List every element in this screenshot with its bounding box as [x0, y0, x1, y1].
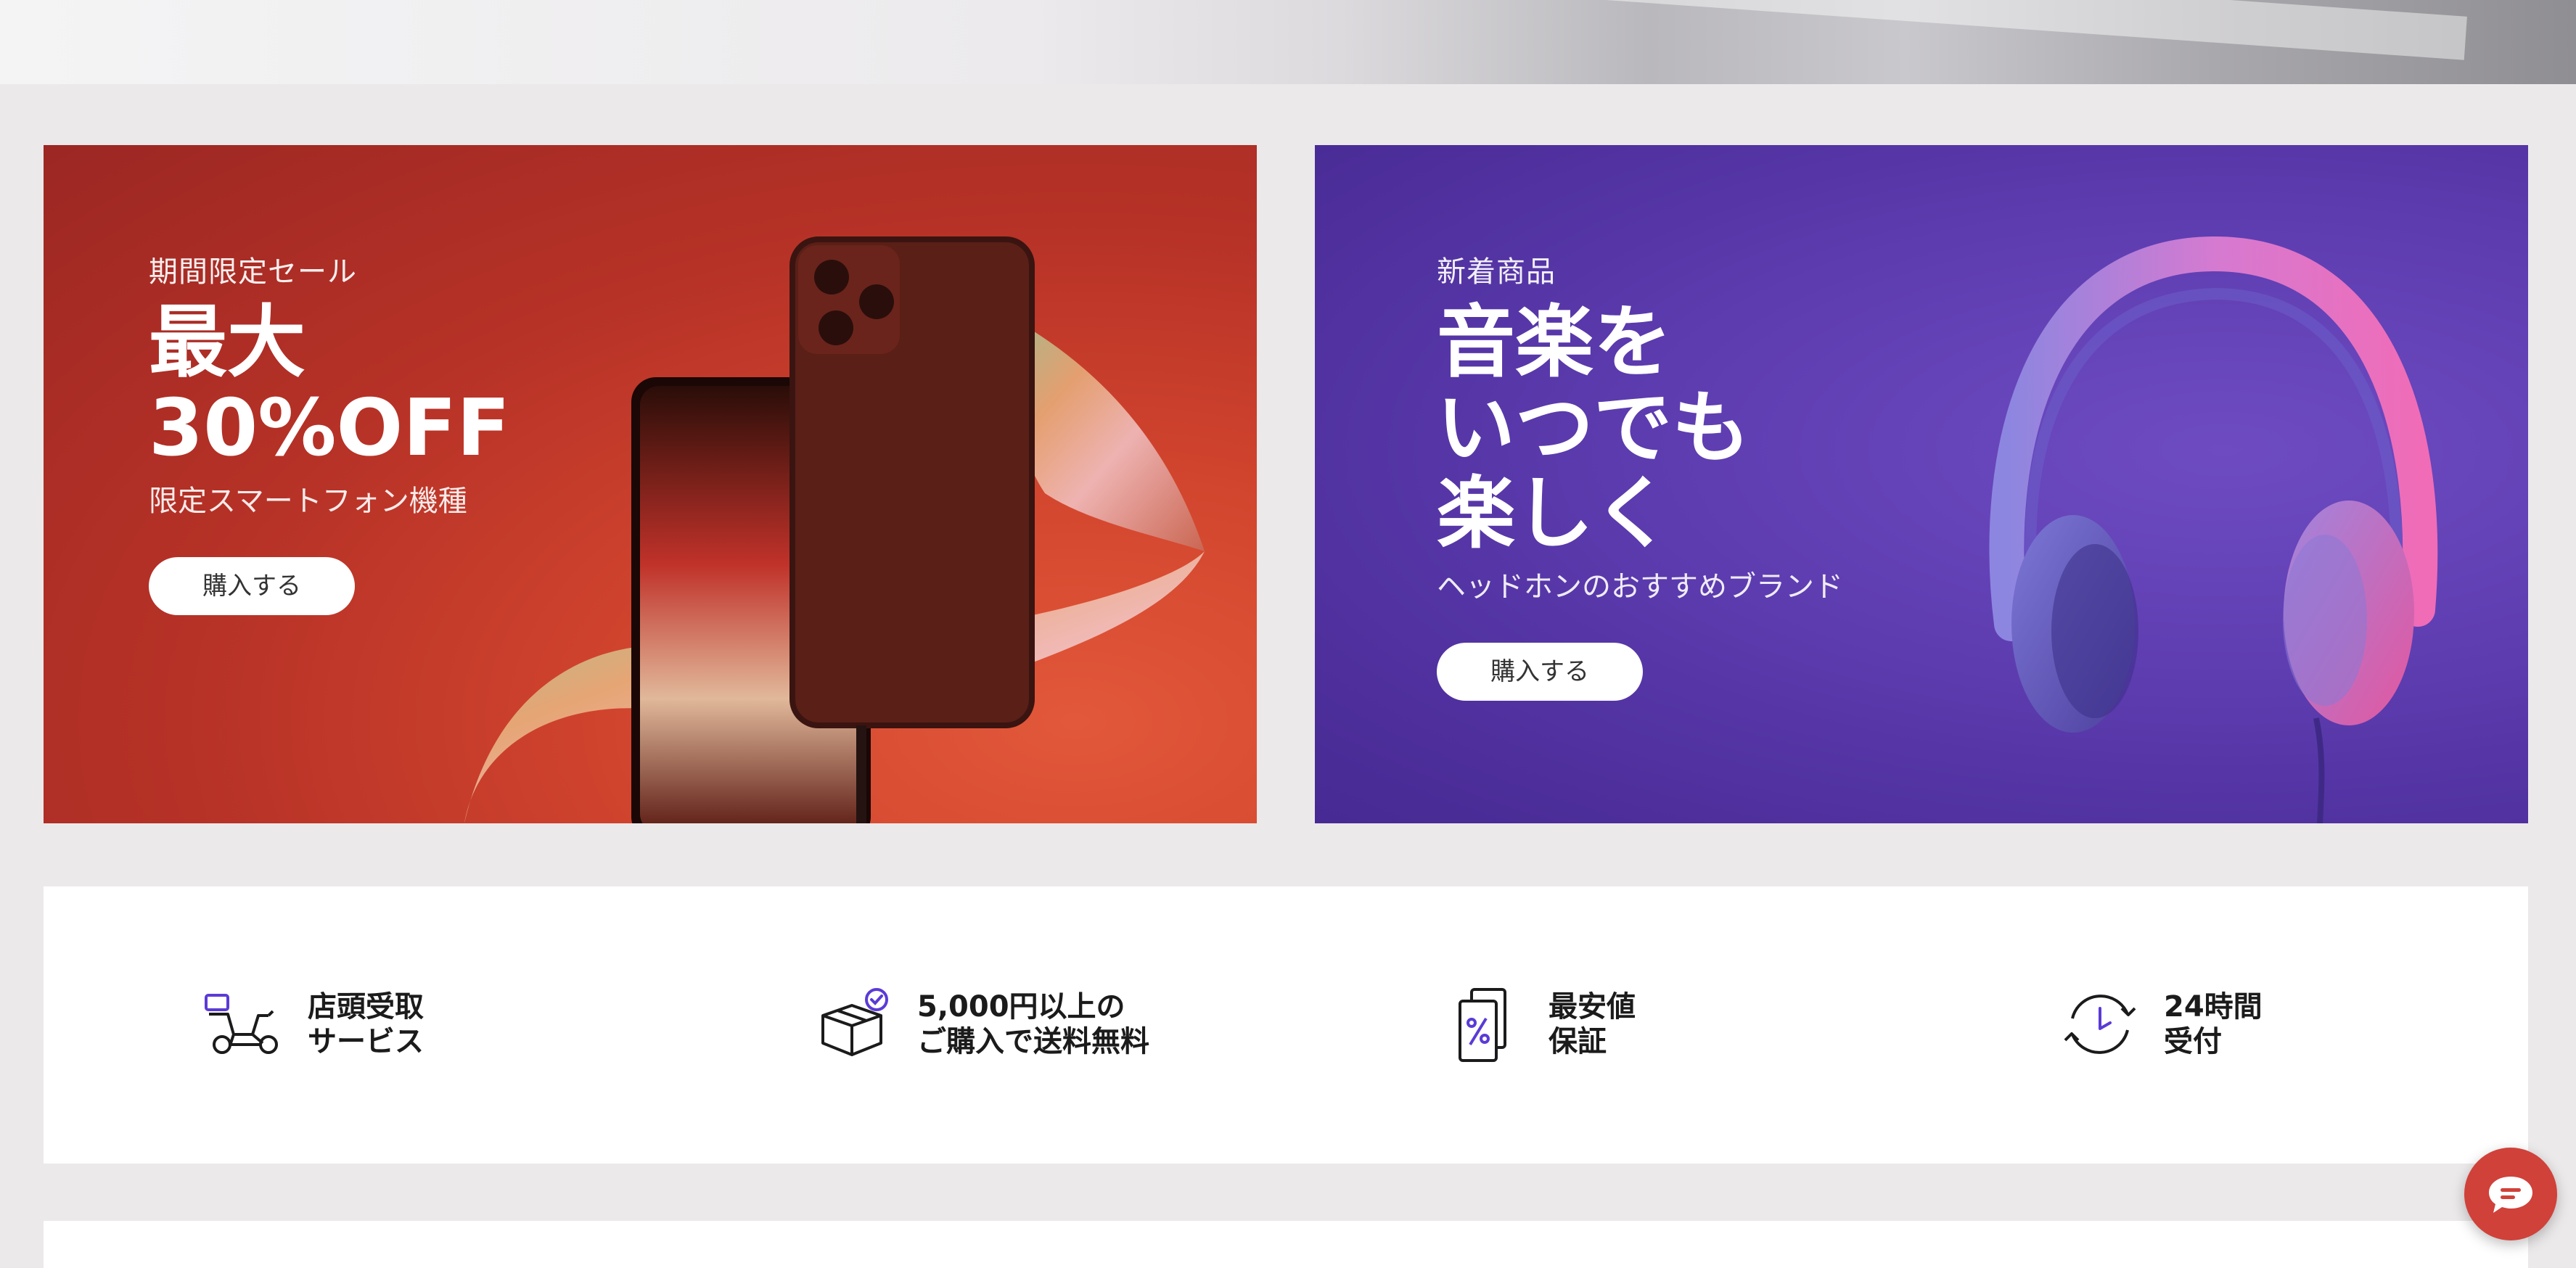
feature-lowest-price-label: 最安値 保証: [1549, 990, 1636, 1058]
sale-banner[interactable]: 期間限定セール 最大 30%OFF 限定スマートフォン機種 購入する: [44, 145, 1257, 823]
hero-image-sheen: [1161, 0, 2467, 60]
feature-store-pickup-label: 店頭受取 サービス: [308, 990, 424, 1058]
new-arrivals-buy-button[interactable]: 購入する: [1437, 643, 1643, 701]
sale-headline: 最大 30%OFF: [149, 297, 510, 474]
new-arrivals-eyebrow: 新着商品: [1437, 255, 1556, 289]
chat-bubble-icon: [2489, 1177, 2532, 1213]
feature-24h-support: 24時間 受付: [2058, 981, 2263, 1068]
new-arrivals-subline: ヘッドホンのおすすめブランド: [1437, 570, 1843, 604]
box-check-icon: [821, 988, 888, 1056]
next-section-panel: [44, 1221, 2528, 1268]
percent-tag-icon: [1459, 988, 1506, 1062]
hero-image-strip: [0, 0, 2576, 84]
clock-refresh-icon: [2064, 995, 2136, 1054]
service-features: 店頭受取 サービス 5,000円以上の ご購入で送料無料 最安値 保証 24時間…: [44, 886, 2528, 1164]
scooter-icon: [205, 994, 278, 1054]
feature-free-shipping-label: 5,000円以上の ご購入で送料無料: [917, 990, 1149, 1058]
feature-store-pickup: 店頭受取 サービス: [202, 981, 424, 1068]
feature-lowest-price: 最安値 保証: [1443, 981, 1636, 1068]
sale-buy-button[interactable]: 購入する: [149, 557, 355, 615]
new-arrivals-headline: 音楽を いつでも 楽しく: [1437, 297, 1751, 559]
chat-button[interactable]: [2464, 1148, 2557, 1240]
sale-banner-text: 期間限定セール 最大 30%OFF 限定スマートフォン機種 購入する: [149, 248, 510, 615]
sale-eyebrow: 期間限定セール: [149, 255, 357, 289]
feature-24h-support-label: 24時間 受付: [2164, 990, 2263, 1058]
sale-subline: 限定スマートフォン機種: [149, 485, 467, 518]
new-arrivals-text: 新着商品 音楽を いつでも 楽しく ヘッドホンのおすすめブランド 購入する: [1437, 248, 1843, 701]
feature-free-shipping: 5,000円以上の ご購入で送料無料: [811, 981, 1149, 1068]
new-arrivals-banner[interactable]: 新着商品 音楽を いつでも 楽しく ヘッドホンのおすすめブランド 購入する: [1315, 145, 2528, 823]
